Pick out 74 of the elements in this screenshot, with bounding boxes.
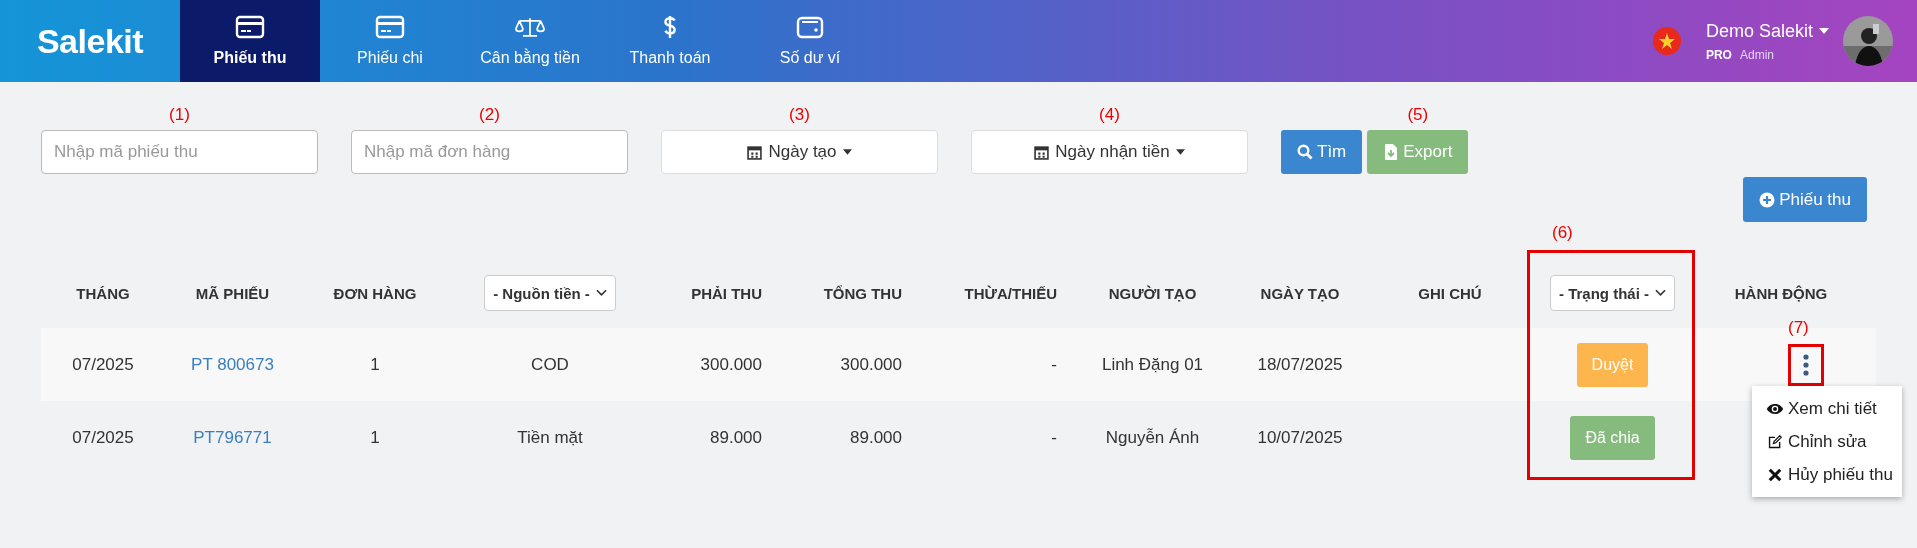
flag-icon[interactable]: [1651, 26, 1682, 56]
table-cell: Nguyễn Ánh: [1105, 427, 1200, 447]
annotation-number: (1): [169, 104, 190, 126]
date-filter-button[interactable]: Ngày tạo: [661, 130, 938, 174]
input-field[interactable]: Nhập mã đơn hàng: [351, 130, 628, 174]
annotation-number: (4): [1099, 104, 1120, 126]
table-cell: 300.000: [700, 354, 762, 374]
column-header: NGÀY TẠO: [1260, 284, 1340, 302]
edit-icon: [1766, 434, 1784, 449]
column-header: THÁNG: [76, 284, 130, 302]
table-cell: 1: [370, 354, 380, 374]
table-cell: 89.000: [850, 427, 902, 447]
logo[interactable]: Salekit: [0, 0, 180, 82]
annotation-number: (2): [479, 104, 500, 126]
plus-icon: [1759, 191, 1776, 208]
caret-icon: [842, 149, 852, 155]
table-cell: 18/07/2025: [1257, 354, 1343, 374]
calendar-icon: [747, 144, 763, 160]
add-receipt-button[interactable]: Phiếu thu: [1743, 177, 1867, 222]
column-header: GHI CHÚ: [1418, 284, 1482, 302]
table-cell: 89.000: [710, 427, 762, 447]
table-cell: Tiền mặt: [517, 427, 583, 447]
column-header: ĐƠN HÀNG: [333, 284, 417, 302]
table-cell: 300.000: [840, 354, 902, 374]
column-header: NGƯỜI TẠO: [1108, 284, 1197, 302]
chevron-icon: [1655, 289, 1666, 297]
annotation-number: (3): [789, 104, 810, 126]
card-icon: [235, 15, 265, 39]
search-icon: [1297, 144, 1313, 160]
menu-item[interactable]: Xem chi tiết: [1752, 392, 1902, 425]
table-cell: -: [1051, 427, 1057, 447]
table-cell: Linh Đặng 01: [1101, 354, 1204, 374]
nav-tab[interactable]: Phiếu thu: [180, 0, 320, 82]
calendar-icon: [1034, 144, 1050, 160]
annotation-number: (6): [1552, 222, 1573, 244]
column-filter-select[interactable]: - Trạng thái -: [1550, 275, 1675, 311]
menu-item[interactable]: Hủy phiếu thu: [1752, 458, 1902, 491]
annotation-number: (5): [1407, 104, 1429, 126]
eye-icon: [1766, 401, 1784, 416]
table-cell: -: [1051, 354, 1057, 374]
nav-tab[interactable]: Cân bằng tiền: [460, 0, 600, 82]
table-cell: 07/2025: [72, 427, 134, 447]
card-icon: [375, 15, 405, 39]
receipt-code-link[interactable]: PT796771: [193, 427, 272, 447]
input-field[interactable]: Nhập mã phiếu thu: [41, 130, 318, 174]
nav-tab[interactable]: Số dư ví: [740, 0, 880, 82]
wallet-icon: [795, 15, 825, 39]
caret-icon: [1819, 28, 1829, 34]
nav-tab[interactable]: Thanh toán: [600, 0, 740, 82]
download-file-icon: [1383, 144, 1400, 160]
table-cell: 1: [370, 427, 380, 447]
table-cell: 07/2025: [72, 354, 134, 374]
table-cell: 10/07/2025: [1257, 427, 1343, 447]
column-header: PHẢI THU: [691, 284, 762, 302]
nav-tab[interactable]: Phiếu chi: [320, 0, 460, 82]
user-menu[interactable]: Demo Salekit: [1705, 20, 1829, 42]
chevron-icon: [595, 289, 607, 297]
column-header: HÀNH ĐỘNG: [1734, 284, 1828, 302]
column-header: MÃ PHIẾU: [195, 284, 270, 302]
more-icon[interactable]: [1803, 353, 1809, 376]
role-label: Admin: [1739, 47, 1774, 62]
receipt-code-link[interactable]: PT 800673: [191, 354, 274, 374]
table-cell: COD: [531, 354, 569, 374]
menu-item[interactable]: Chỉnh sửa: [1752, 425, 1902, 458]
column-header: TỔNG THU: [823, 284, 902, 302]
date-filter-button[interactable]: Ngày nhận tiền: [971, 130, 1248, 174]
close-icon: [1766, 467, 1784, 482]
plan-label: PRO: [1705, 47, 1732, 62]
column-header: THỪA/THIẾU: [964, 284, 1057, 302]
search-button[interactable]: Tìm: [1281, 130, 1363, 174]
scale-icon: [515, 15, 545, 39]
column-filter-select[interactable]: - Nguồn tiền -: [484, 275, 616, 311]
caret-icon: [1175, 149, 1185, 155]
annotation-number: (7): [1788, 316, 1809, 339]
